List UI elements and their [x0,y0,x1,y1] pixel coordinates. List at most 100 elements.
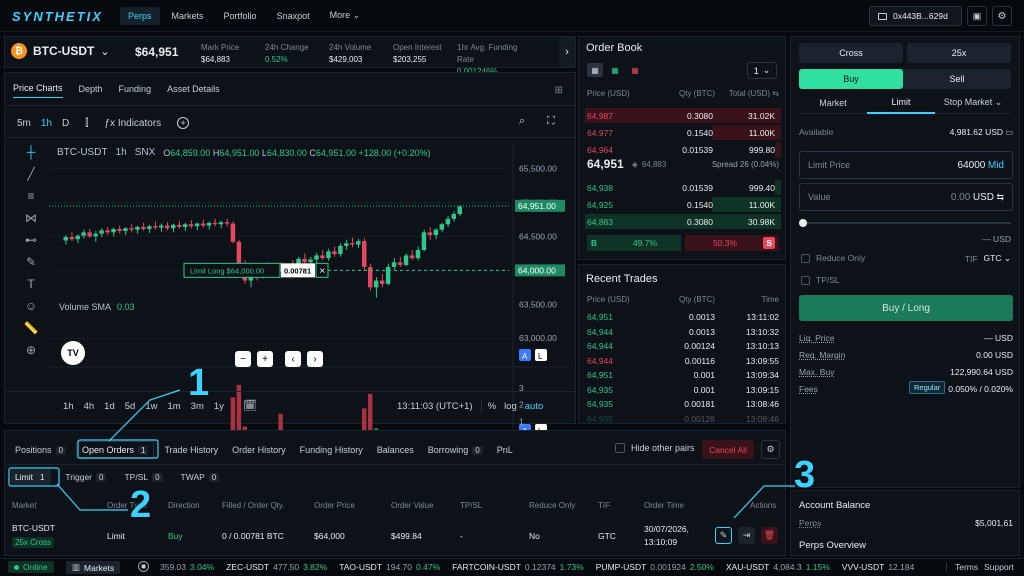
reduce-only-checkbox[interactable] [801,253,810,263]
tab-price-charts[interactable]: Price Charts [13,83,63,98]
ticker-item[interactable]: TAO-USDT 194.70 0.47% [339,562,440,572]
swap-icon[interactable]: ⇆ [772,89,779,98]
subtab-twap[interactable]: TWAP 0 [177,469,224,485]
scroll-right-button[interactable]: › [307,351,323,367]
account-icon[interactable]: ▣ [967,6,987,26]
zoom-search-icon[interactable]: ⌕ [519,115,525,128]
tab-funding[interactable]: Funding [119,84,152,98]
tab-funding-history[interactable]: Funding History [300,445,363,455]
range-4h[interactable]: 4h [84,401,95,412]
tab-trade-history[interactable]: Trade History [164,445,218,455]
tab-market[interactable]: Market [799,98,867,114]
brand-logo[interactable]: SYNTHETIX [12,9,103,24]
timeframe-5m[interactable]: 5m [17,118,31,129]
order-book-row[interactable]: 64,987 0.3080 31.02K [585,108,781,124]
slider-handle[interactable] [799,219,807,227]
limit-price-input[interactable]: Limit Price 64000 Mid [799,151,1013,179]
leverage-button[interactable]: 25x [907,43,1011,63]
swap-icon[interactable]: ⇆ [996,192,1004,202]
calendar-icon[interactable]: 🗓 [243,399,257,412]
fib-icon[interactable]: ≡ [27,189,34,203]
support-link[interactable]: Support [984,562,1014,572]
range-1y[interactable]: 1y [214,401,224,412]
tab-asset-details[interactable]: Asset Details [167,84,220,98]
pattern-icon[interactable]: ⋈ [25,211,37,225]
mid-price-button[interactable]: Mid [988,160,1004,171]
order-book-row[interactable]: 64,925 0.1540 11.00K [585,197,781,213]
view-bids-icon[interactable]: ▦ [607,63,623,77]
auto-scale-toggle[interactable]: auto [525,401,544,412]
terms-link[interactable]: Terms [946,562,978,572]
ticker-item[interactable]: XAU-USDT 4,084.3 1.15% [726,562,830,572]
crosshair-icon[interactable]: ┼ [27,145,36,159]
measure-icon[interactable]: ⊷ [25,233,37,247]
range-1h[interactable]: 1h [63,401,74,412]
chase-order-icon[interactable]: ⇥ [738,527,755,544]
ticker-item[interactable]: VVV-USDT 12.184 [842,562,915,572]
perps-overview-link[interactable]: Perps Overview [799,540,866,551]
tab-limit[interactable]: Limit [867,97,935,114]
scroll-right-icon[interactable]: › [559,37,575,67]
tab-positions[interactable]: Positions 0 [15,445,66,455]
subtab-trigger[interactable]: Trigger 0 [61,469,110,485]
add-icon[interactable]: + [177,117,190,129]
scroll-left-button[interactable]: ‹ [285,351,301,367]
markets-button[interactable]: ▥ Markets [66,561,121,574]
nav-perps[interactable]: Perps [120,6,160,25]
order-book-row[interactable]: 64,964 0.01539 999.80 [585,142,781,158]
ticker-item[interactable]: 359.03 3.04% [160,562,214,572]
tif-select[interactable]: GTC ⌄ [984,253,1011,264]
text-icon[interactable]: T [27,277,34,291]
tab-open-orders[interactable]: Open Orders 1 [75,441,155,459]
submit-buy-long-button[interactable]: Buy / Long [799,295,1013,321]
delete-order-icon[interactable]: 🗑 [761,527,778,544]
cancel-all-button[interactable]: Cancel All [702,440,754,459]
tpsl-checkbox[interactable] [801,275,810,285]
layout-grid-icon[interactable]: ⊞ [555,85,563,96]
order-book-row[interactable]: 64,977 0.1540 11.00K [585,125,781,141]
chart-type-icon[interactable]: ⫿ [85,118,88,129]
indicators-button[interactable]: ƒx Indicators [104,118,161,129]
aggregation-select[interactable]: 1 ⌄ [747,62,777,79]
range-1m[interactable]: 1m [167,401,180,412]
ticker-item[interactable]: ZEC-USDT 477.50 3.82% [226,562,327,572]
size-slider[interactable] [799,219,1011,227]
range-5d[interactable]: 5d [125,401,136,412]
zoom-in-button[interactable]: + [257,351,273,367]
view-both-icon[interactable]: ▦ [587,63,603,77]
subtab-tpsl[interactable]: TP/SL 0 [120,469,166,485]
order-book-row[interactable]: 64,883 0.3080 30.98K [585,214,781,230]
nav-snaxpot[interactable]: Snaxpot [269,7,318,25]
wallet-icon[interactable]: ▭ [1005,128,1013,137]
filter-settings-icon[interactable]: ⚙ [761,440,780,459]
tab-balances[interactable]: Balances [377,445,414,455]
tab-pnl[interactable]: PnL [497,445,513,455]
zoom-out-button[interactable]: − [235,351,251,367]
tab-stop-market[interactable]: Stop Market ⌄ [935,97,1011,114]
ticker-item[interactable]: FARTCOIN-USDT 0.12374 1.73% [452,562,584,572]
range-1d[interactable]: 1d [104,401,115,412]
log-scale-toggle[interactable]: log [504,401,517,412]
brush-icon[interactable]: ✎ [26,255,36,269]
zoom-in-icon[interactable]: ⊕ [26,343,36,357]
value-input[interactable]: Value 0.00 USD ⇆ [799,183,1013,211]
fullscreen-icon[interactable]: ⛶ [547,115,555,128]
subtab-limit[interactable]: Limit 1 [11,469,52,485]
tab-order-history[interactable]: Order History [232,445,286,455]
tab-borrowing[interactable]: Borrowing 0 [428,445,483,455]
trendline-icon[interactable]: ╱ [27,167,34,181]
market-selector[interactable]: ₿ BTC-USDT ⌄ [11,43,110,59]
range-1w[interactable]: 1w [145,401,157,412]
ticker-item[interactable]: PUMP-USDT 0.001924 2.50% [596,562,714,572]
timeframe-1h[interactable]: 1h [41,118,52,129]
table-row[interactable]: BTC-USDT 25x Cross Limit Buy 0 / 0.00781… [5,519,785,551]
nav-markets[interactable]: Markets [164,7,212,25]
wallet-button[interactable]: 0x443B...629d [869,6,962,26]
pause-ticker-icon[interactable]: ◼ [138,561,149,572]
emoji-icon[interactable]: ☺ [25,299,37,313]
percent-scale-toggle[interactable]: % [480,401,496,412]
settings-gear-icon[interactable]: ⚙ [992,6,1012,26]
buy-tab[interactable]: Buy [799,69,903,89]
tab-depth[interactable]: Depth [79,84,103,98]
hide-other-pairs-checkbox[interactable] [615,443,625,453]
